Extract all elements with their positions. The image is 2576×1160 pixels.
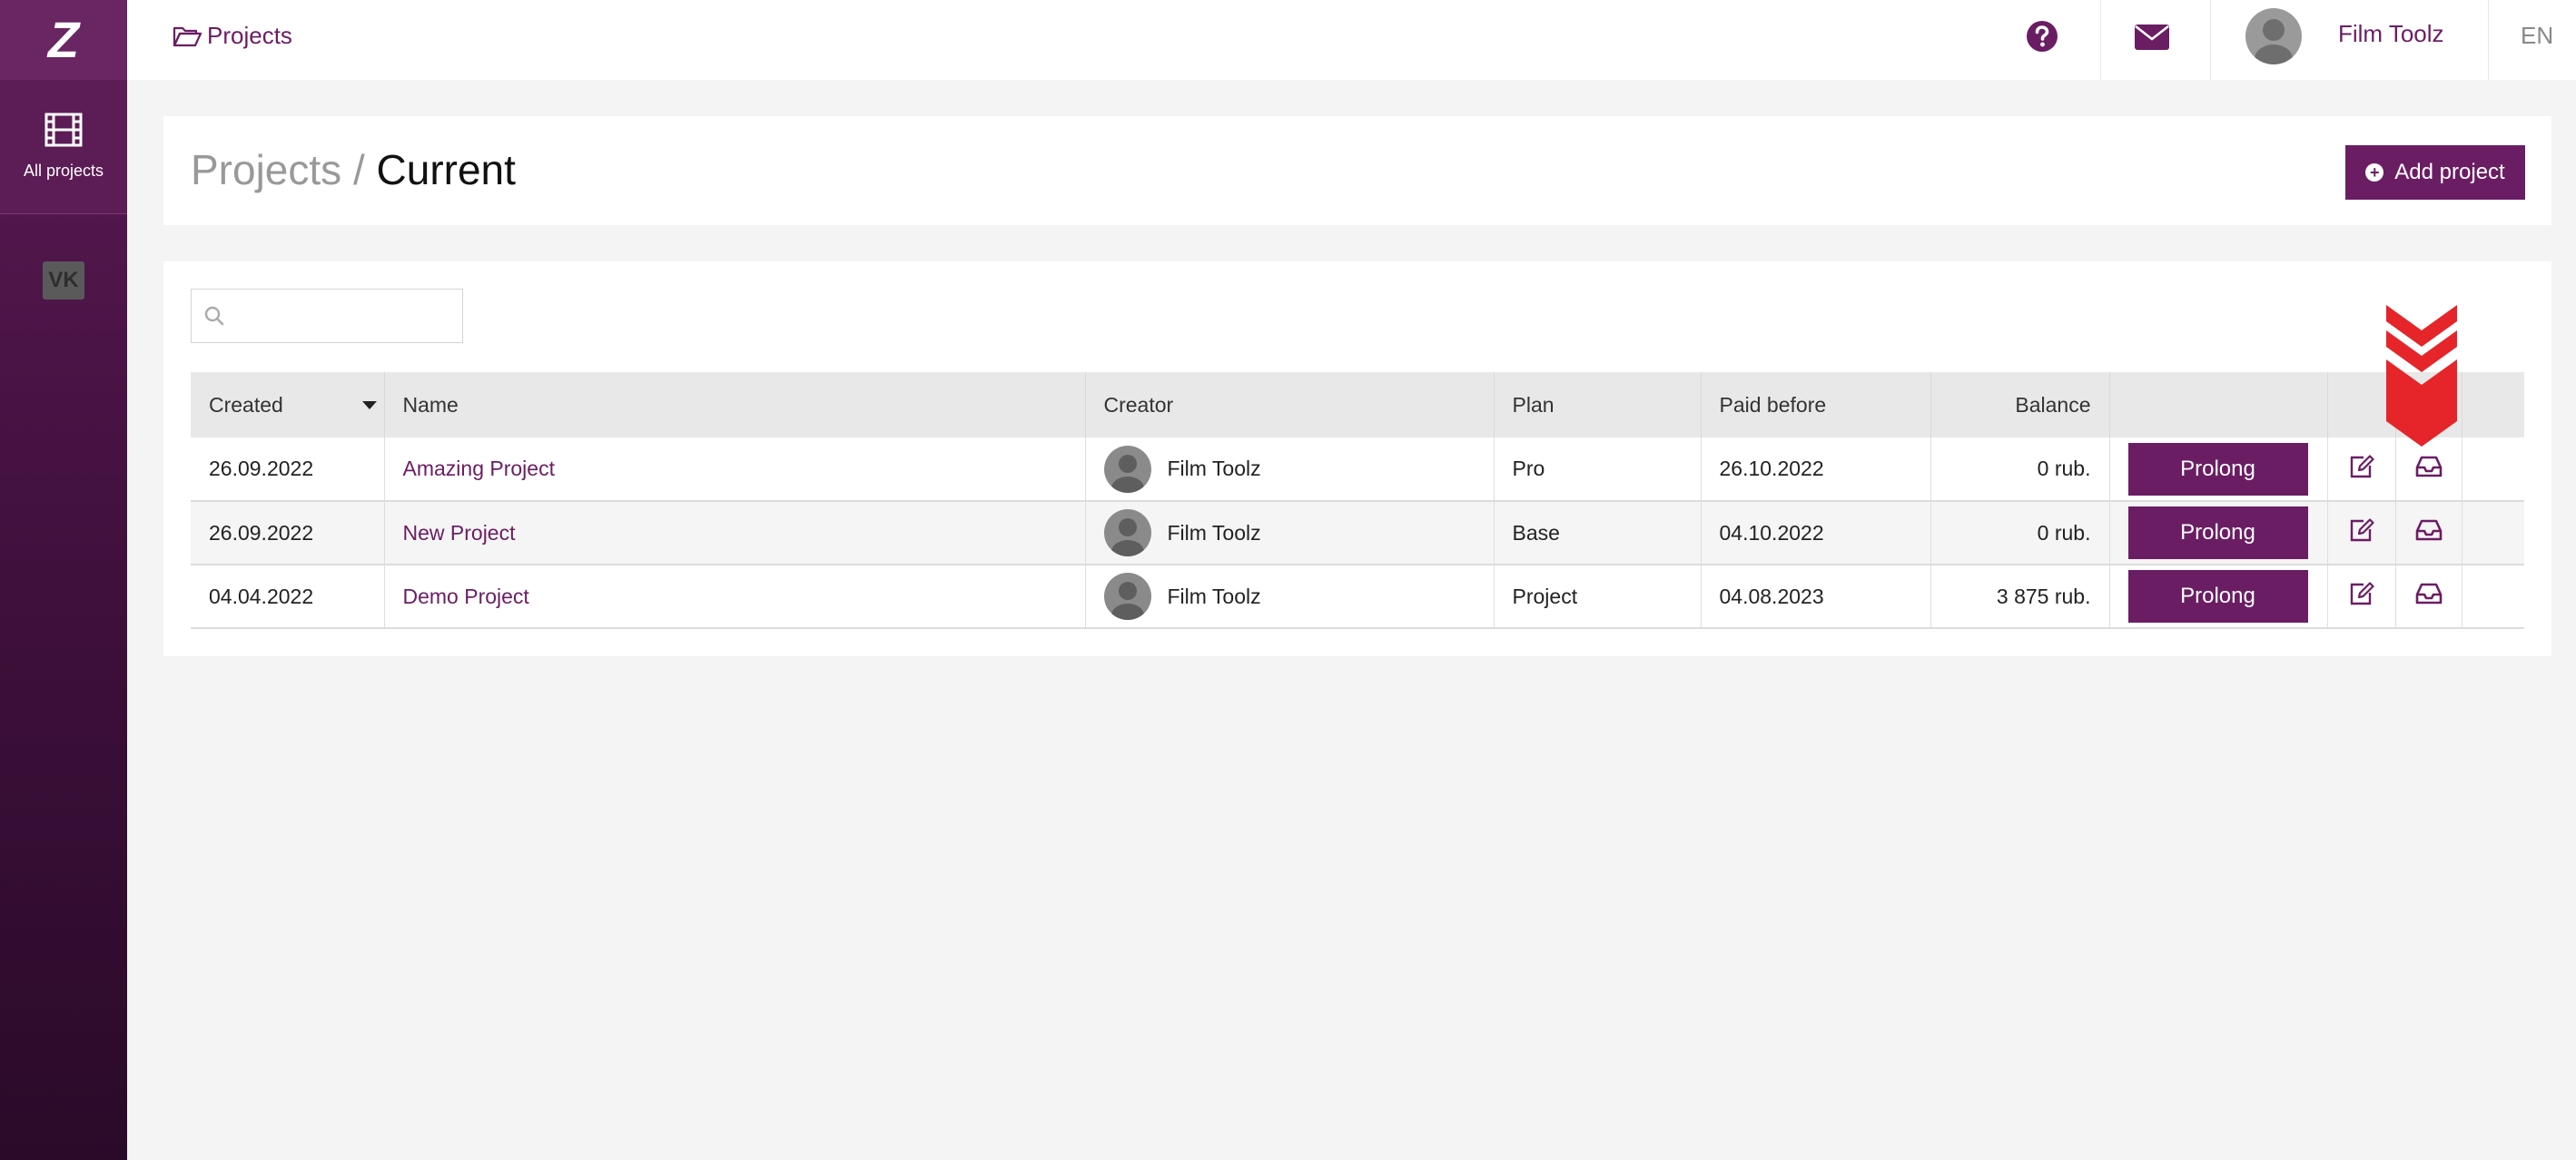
folder-open-icon bbox=[173, 26, 202, 46]
cell-paid-before: 04.08.2023 bbox=[1701, 565, 1931, 629]
column-action bbox=[2109, 372, 2328, 437]
search-box[interactable] bbox=[191, 289, 463, 343]
avatar bbox=[1103, 573, 1151, 620]
vk-icon[interactable]: VK bbox=[43, 261, 84, 300]
column-plan[interactable]: Plan bbox=[1494, 372, 1702, 437]
cell-balance: 3 875 rub. bbox=[1930, 565, 2110, 629]
edit-icon[interactable] bbox=[2348, 582, 2375, 611]
messages-button[interactable] bbox=[2134, 24, 2170, 55]
breadcrumb[interactable]: Projects bbox=[173, 22, 292, 50]
user-silhouette-icon bbox=[2255, 19, 2293, 64]
cell-created: 04.04.2022 bbox=[191, 565, 385, 629]
column-creator[interactable]: Creator bbox=[1085, 372, 1495, 437]
language-switch[interactable]: EN bbox=[2521, 22, 2553, 50]
cell-plan: Pro bbox=[1494, 437, 1702, 502]
archive-inbox-icon[interactable] bbox=[2415, 583, 2443, 610]
sidebar: Z All projects VK bbox=[0, 0, 127, 1160]
projects-panel: Created Name Creator Plan Paid before Ba… bbox=[163, 261, 2551, 656]
divider bbox=[2210, 0, 2211, 80]
help-button[interactable] bbox=[2026, 20, 2058, 57]
table-row: 26.09.2022 Amazing Project Film Toolz Pr… bbox=[191, 437, 2524, 502]
prolong-button[interactable]: Prolong bbox=[2127, 506, 2308, 559]
sidebar-item-all-projects[interactable]: All projects bbox=[0, 80, 127, 214]
page-header: Projects / Current + Add project bbox=[163, 116, 2551, 225]
top-bar: Projects Film Toolz EN bbox=[127, 0, 2576, 80]
column-name[interactable]: Name bbox=[384, 372, 1086, 437]
add-project-button[interactable]: + Add project bbox=[2345, 145, 2525, 200]
sort-desc-icon bbox=[361, 401, 377, 409]
column-paid-before[interactable]: Paid before bbox=[1701, 372, 1931, 437]
project-link[interactable]: New Project bbox=[403, 521, 516, 545]
creator-name: Film Toolz bbox=[1167, 457, 1261, 480]
add-project-label: Add project bbox=[2394, 160, 2505, 184]
divider bbox=[2488, 0, 2489, 80]
creator-cell: Film Toolz bbox=[1103, 445, 1476, 493]
cell-paid-before: 26.10.2022 bbox=[1701, 437, 1931, 502]
title-separator: / bbox=[341, 146, 377, 193]
envelope-icon bbox=[2135, 25, 2169, 50]
cell-empty bbox=[2462, 437, 2524, 502]
user-silhouette-icon bbox=[1110, 582, 1144, 620]
sidebar-item-label: All projects bbox=[23, 162, 104, 180]
cell-plan: Project bbox=[1494, 565, 1702, 629]
user-silhouette-icon bbox=[1110, 454, 1144, 493]
highlight-arrow-icon bbox=[2386, 305, 2457, 447]
title-section[interactable]: Projects bbox=[191, 146, 341, 193]
column-balance[interactable]: Balance bbox=[1930, 372, 2110, 437]
search-icon bbox=[204, 306, 224, 326]
app-logo[interactable]: Z bbox=[0, 0, 127, 80]
table-row: 04.04.2022 Demo Project Film Toolz Proje… bbox=[191, 565, 2524, 629]
column-created[interactable]: Created bbox=[191, 372, 385, 437]
table-row: 26.09.2022 New Project Film Toolz Base 0… bbox=[191, 501, 2524, 565]
cell-plan: Base bbox=[1494, 501, 1702, 565]
cell-created: 26.09.2022 bbox=[191, 437, 385, 502]
edit-icon[interactable] bbox=[2348, 454, 2375, 484]
archive-inbox-icon[interactable] bbox=[2415, 456, 2443, 483]
archive-inbox-icon[interactable] bbox=[2415, 519, 2443, 546]
user-silhouette-icon bbox=[1110, 518, 1144, 556]
projects-table: Created Name Creator Plan Paid before Ba… bbox=[191, 372, 2524, 629]
cell-balance: 0 rub. bbox=[1930, 501, 2110, 565]
cell-paid-before: 04.10.2022 bbox=[1701, 501, 1931, 565]
cell-empty bbox=[2462, 501, 2524, 565]
cell-empty bbox=[2462, 565, 2524, 629]
column-edit bbox=[2327, 372, 2396, 437]
project-link[interactable]: Amazing Project bbox=[403, 457, 555, 480]
column-extra bbox=[2462, 372, 2524, 437]
cell-balance: 0 rub. bbox=[1930, 437, 2110, 502]
film-icon bbox=[44, 113, 83, 147]
edit-icon[interactable] bbox=[2348, 518, 2375, 547]
page-title: Projects / Current bbox=[191, 145, 516, 194]
creator-name: Film Toolz bbox=[1167, 520, 1261, 545]
title-current: Current bbox=[376, 146, 516, 193]
breadcrumb-label: Projects bbox=[207, 22, 292, 49]
creator-name: Film Toolz bbox=[1167, 584, 1261, 608]
avatar[interactable] bbox=[2245, 8, 2302, 64]
user-name[interactable]: Film Toolz bbox=[2338, 20, 2444, 48]
avatar bbox=[1103, 509, 1151, 556]
plus-circle-icon: + bbox=[2365, 163, 2384, 182]
divider bbox=[2100, 0, 2101, 80]
help-icon bbox=[2027, 21, 2058, 52]
prolong-button[interactable]: Prolong bbox=[2127, 442, 2308, 496]
project-link[interactable]: Demo Project bbox=[403, 585, 529, 608]
cell-created: 26.09.2022 bbox=[191, 501, 385, 565]
prolong-button[interactable]: Prolong bbox=[2127, 570, 2308, 623]
creator-cell: Film Toolz bbox=[1103, 573, 1476, 620]
avatar bbox=[1103, 445, 1151, 493]
search-input[interactable] bbox=[233, 299, 451, 333]
creator-cell: Film Toolz bbox=[1103, 509, 1476, 556]
table-header-row: Created Name Creator Plan Paid before Ba… bbox=[191, 372, 2524, 437]
